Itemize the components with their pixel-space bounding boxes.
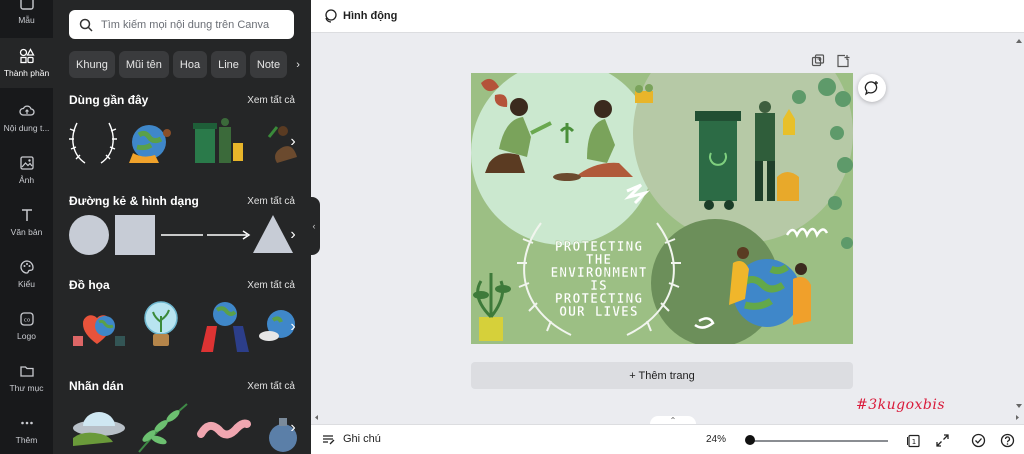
see-all-recent[interactable]: Xem tất cả: [247, 95, 295, 106]
rail-item-folders[interactable]: Thư mục: [0, 354, 53, 402]
graphics-row: [69, 296, 297, 354]
rail-item-logo[interactable]: co Logo: [0, 302, 53, 350]
checkmark-circle-icon[interactable]: [971, 433, 986, 448]
rail-item-label: Văn bản: [10, 227, 43, 237]
worm-thumb[interactable]: [197, 419, 251, 439]
hashtag-overlay-text: #3kugoxbis: [856, 397, 946, 413]
palette-icon: [19, 260, 34, 274]
recent-row: [69, 113, 297, 171]
people-holding-earth-thumb[interactable]: [201, 302, 249, 352]
recycle-bin-thumb[interactable]: [193, 118, 243, 163]
category-chips: Khung Mũi tên Hoa Line Note ›: [69, 51, 305, 78]
horizontal-scrollbar[interactable]: [314, 413, 1020, 422]
folder-icon: [19, 366, 34, 377]
rail-item-label: Thư mục: [9, 383, 44, 393]
left-rail: Mẫu Thành phần Nội dung t... Ảnh Văn bản…: [0, 0, 53, 454]
rail-item-label: Mẫu: [18, 15, 35, 25]
rail-item-styles[interactable]: Kiểu: [0, 250, 53, 298]
comment-icon: [864, 81, 878, 96]
notes-button[interactable]: Ghi chú: [321, 432, 381, 446]
search-input[interactable]: Tìm kiếm mọi nội dung trên Canva: [69, 10, 294, 39]
add-page-icon[interactable]: [836, 54, 850, 68]
design-page[interactable]: PROTECTING THE ENVIRONMENT IS PROTECTING…: [471, 73, 853, 344]
zoom-slider-thumb[interactable]: [745, 435, 755, 445]
logo-icon: co: [19, 312, 34, 326]
see-all-stickers[interactable]: Xem tất cả: [247, 381, 295, 392]
arrow-shape-thumb[interactable]: [207, 230, 251, 240]
image-icon: [19, 156, 34, 170]
search-icon: [79, 18, 93, 32]
add-page-button[interactable]: + Thêm trang: [471, 362, 853, 389]
section-title-recent: Dùng gần đây: [69, 93, 149, 107]
shapes-row: [69, 213, 297, 271]
heart-earth-thumb[interactable]: [73, 315, 125, 346]
collapse-panel-handle[interactable]: ‹: [308, 197, 320, 255]
chevron-right-icon[interactable]: ›: [285, 312, 301, 342]
chip-line[interactable]: Line: [211, 51, 246, 78]
editor-bottombar: Ghi chú 24% 1: [311, 424, 1024, 454]
zoom-slider-track[interactable]: [748, 440, 888, 442]
chip-frames[interactable]: Khung: [69, 51, 115, 78]
add-comment-button[interactable]: [858, 74, 886, 102]
svg-text:co: co: [23, 318, 30, 324]
chevron-left-icon: ‹: [312, 221, 316, 231]
editor-topbar: Hình động: [311, 0, 1024, 33]
rail-item-label: Thành phần: [3, 68, 50, 78]
elements-panel: Tìm kiếm mọi nội dung trên Canva Khung M…: [53, 0, 311, 454]
title-line-6: OUR LIVES: [559, 305, 638, 320]
chip-arrows[interactable]: Mũi tên: [118, 51, 169, 78]
chevron-right-icon[interactable]: ›: [291, 51, 305, 78]
animate-button[interactable]: Hình động: [323, 9, 397, 23]
animate-icon: [325, 9, 337, 23]
rail-item-label: Thêm: [15, 435, 38, 445]
chevron-right-icon[interactable]: ›: [285, 127, 301, 157]
turtle-ufo-thumb[interactable]: [73, 412, 125, 446]
rail-item-templates[interactable]: Mẫu: [0, 0, 53, 34]
help-icon[interactable]: [1000, 433, 1015, 448]
fullscreen-icon[interactable]: [935, 433, 950, 448]
chevron-right-icon[interactable]: ›: [285, 220, 301, 250]
search-placeholder: Tìm kiếm mọi nội dung trên Canva: [101, 18, 270, 31]
zoom-level[interactable]: 24%: [706, 434, 726, 445]
leaf-branch-thumb[interactable]: [138, 403, 188, 453]
more-icon: [20, 421, 33, 425]
section-title-shapes: Đường kẻ & hình dạng: [69, 194, 199, 208]
poster-title-text: PROTECTING THE ENVIRONMENT IS PROTECTING…: [550, 240, 646, 320]
see-all-graphics[interactable]: Xem tất cả: [247, 280, 295, 291]
rail-item-elements[interactable]: Thành phần: [0, 38, 53, 88]
rail-item-label: Nội dung t...: [3, 123, 50, 133]
notes-label: Ghi chú: [343, 433, 381, 445]
laurel-wreath-thumb[interactable]: [69, 122, 117, 164]
template-icon: [19, 0, 34, 10]
notes-icon: [323, 435, 335, 445]
earth-hug-thumb[interactable]: [129, 125, 171, 163]
page-count: 1: [912, 438, 916, 446]
section-title-graphics: Đồ họa: [69, 278, 110, 292]
rail-item-more[interactable]: Thêm: [0, 406, 53, 454]
chip-note[interactable]: Note: [249, 51, 288, 78]
rail-item-photos[interactable]: Ảnh: [0, 146, 53, 194]
text-icon: [21, 209, 32, 221]
elements-icon: [19, 48, 35, 64]
upload-icon: [18, 105, 35, 116]
animate-label: Hình động: [343, 10, 398, 22]
rail-item-label: Kiểu: [17, 279, 35, 289]
circle-shape-thumb[interactable]: [69, 215, 109, 255]
light-bulb-plant-thumb[interactable]: [144, 301, 178, 346]
chip-flowers[interactable]: Hoa: [172, 51, 208, 78]
see-all-shapes[interactable]: Xem tất cả: [247, 196, 295, 207]
chevron-right-icon[interactable]: ›: [285, 413, 301, 443]
section-title-stickers: Nhãn dán: [69, 379, 124, 393]
vertical-scrollbar[interactable]: [1015, 36, 1023, 416]
pages-grid-icon[interactable]: 1: [906, 433, 921, 448]
rail-item-label: Ảnh: [18, 175, 35, 185]
rail-item-text[interactable]: Văn bản: [0, 198, 53, 246]
stickers-row: [69, 398, 297, 454]
square-shape-thumb[interactable]: [115, 215, 155, 255]
rail-item-label: Logo: [17, 331, 36, 341]
rail-item-uploads[interactable]: Nội dung t...: [0, 94, 53, 142]
duplicate-page-icon[interactable]: [811, 54, 825, 68]
